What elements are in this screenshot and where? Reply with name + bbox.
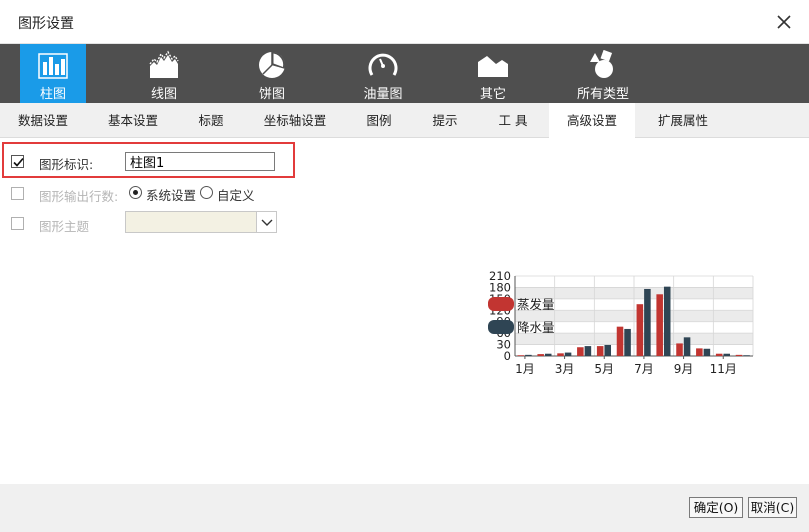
legend-swatch [488,297,514,311]
dialog-title: 图形设置 [18,16,74,32]
legend-label: 蒸发量 [517,297,555,312]
chart-type-bar: 柱图 线图 饼图 油量图 其它 所有类型 [0,44,809,103]
chart-type-other[interactable]: 其它 [460,44,526,103]
bar-precipitation [525,354,532,356]
chevron-down-icon [261,219,273,226]
dialog-titlebar: 图形设置 [0,0,809,44]
bar-precipitation [544,353,552,356]
bar-evaporation [636,304,644,356]
bar-precipitation [683,337,691,356]
bar-precipitation [624,328,631,356]
dropdown-arrow[interactable] [256,212,276,232]
chart-type-label: 其它 [479,87,506,102]
radio-system-settings-label: 系统设置 [146,188,197,203]
bar-evaporation [577,347,584,356]
theme-select[interactable] [125,211,277,233]
gauge-chart-icon [368,53,398,76]
bar-evaporation [537,354,544,356]
bar-precipitation [743,355,750,356]
chart-type-label: 线图 [150,87,177,102]
line-chart-icon [149,50,179,78]
chart-type-pie-chart[interactable]: 饼图 [239,44,305,103]
bar-evaporation [557,353,564,356]
graph-id-label: 图形标识: [39,157,94,172]
bar-evaporation [517,355,525,356]
area-chart-icon [478,56,508,77]
tab-extended-properties[interactable]: 扩展属性 [638,103,728,138]
chart-type-gauge-chart[interactable]: 油量图 [350,44,416,103]
tab-data-settings[interactable]: 数据设置 [0,103,86,138]
radio-dot [133,190,138,195]
ok-button[interactable]: 确定(O) [689,497,743,518]
tab-title[interactable]: 标题 [178,103,244,138]
pie-chart-icon [259,51,286,78]
bar-precipitation [644,288,651,356]
x-tick-label: 1月 [515,362,535,376]
bar-evaporation [596,346,604,356]
y-tick-label: 210 [489,269,511,283]
x-tick-label: 11月 [710,362,737,376]
bar-precipitation [604,344,612,356]
radio-custom[interactable] [200,186,213,199]
radio-system-settings[interactable] [129,186,142,199]
dialog-footer [0,484,809,532]
graph-id-input[interactable] [125,152,275,171]
bar-evaporation [735,354,743,356]
legend-swatch [488,320,514,334]
bar-precipitation [663,286,671,356]
cancel-button[interactable]: 取消(C) [748,497,797,518]
x-tick-label: 9月 [674,362,694,376]
chart-type-line-chart[interactable]: 线图 [131,44,197,103]
bar-chart-icon [38,53,68,79]
x-tick-label: 3月 [555,362,575,376]
chart-type-label: 所有类型 [576,87,629,102]
settings-tabs: 数据设置 基本设置 标题 坐标轴设置 图例 提示 工 具 高级设置 扩展属性 [0,103,809,139]
radio-custom-label: 自定义 [217,188,255,203]
theme-label: 图形主题 [39,219,90,234]
x-tick-label: 5月 [594,362,614,376]
tab-tooltip[interactable]: 提示 [412,103,478,138]
output-rows-label: 图形输出行数: [39,189,119,204]
tab-basic-settings[interactable]: 基本设置 [88,103,178,138]
chart-type-label: 柱图 [39,87,66,102]
bar-precipitation [584,346,592,356]
output-rows-checkbox[interactable] [11,187,24,200]
chart-preview: 03060901201501802101月3月5月7月9月11月蒸发量降水量 [478,268,758,383]
bar-evaporation [616,326,624,356]
legend-label: 降水量 [517,320,555,335]
tab-advanced-settings[interactable]: 高级设置 [549,103,635,139]
graph-id-checkbox[interactable] [11,155,24,168]
bar-precipitation [703,348,711,356]
bar-precipitation [564,352,572,356]
tab-legend[interactable]: 图例 [348,103,410,138]
bar-evaporation [696,348,703,356]
chart-type-label: 饼图 [258,87,285,102]
close-icon[interactable] [773,11,795,33]
x-tick-label: 7月 [634,362,654,376]
theme-checkbox[interactable] [11,217,24,230]
tab-tools[interactable]: 工 具 [480,103,546,138]
shapes-icon [590,50,613,78]
chart-svg: 03060901201501802101月3月5月7月9月11月蒸发量降水量 [488,269,754,376]
checkmark-icon [13,157,24,167]
chart-type-bar-chart[interactable]: 柱图 [20,44,86,103]
tab-axis-settings[interactable]: 坐标轴设置 [246,103,344,138]
bar-evaporation [676,343,683,356]
bar-evaporation [715,353,723,356]
bar-precipitation [723,353,731,356]
bar-evaporation [656,294,663,356]
chart-type-all[interactable]: 所有类型 [570,44,636,103]
chart-type-label: 油量图 [363,87,403,102]
